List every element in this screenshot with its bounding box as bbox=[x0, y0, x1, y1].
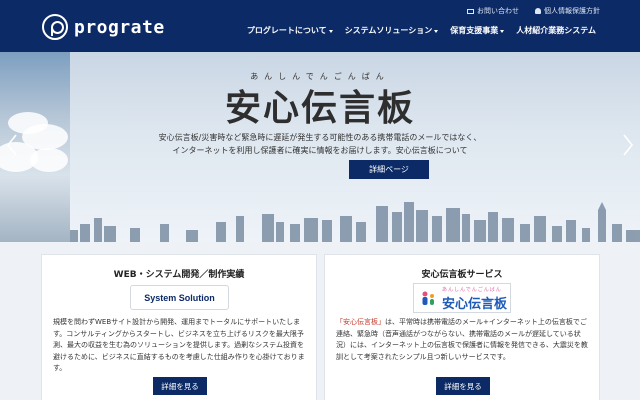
nav-item-childcare-support[interactable]: 保育支援事業 bbox=[450, 25, 505, 36]
slider-next-arrow-icon[interactable] bbox=[622, 134, 634, 156]
privacy-policy-label: 個人情報保護方針 bbox=[544, 7, 600, 15]
anshin-logo-ruby: あんしんでんごんばん bbox=[442, 287, 502, 293]
card-web-system: WEB・システム開発／制作実績 System Solution 規模を問わずWE… bbox=[41, 254, 317, 400]
family-figure-icon bbox=[422, 291, 434, 305]
hero-description-line: インターネットを利用し保護者に確実に情報をお届けします。安心伝言板について bbox=[172, 146, 468, 155]
card-title: WEB・システム開発／制作実績 bbox=[113, 270, 245, 280]
caret-down-icon bbox=[434, 29, 439, 33]
card-anshin-service: 安心伝言板サービス あんしんでんごんばん 安心伝言板 「安心伝言板」は、平常時は… bbox=[324, 254, 600, 400]
hero-title: 安心伝言板 bbox=[224, 87, 415, 129]
caret-down-icon bbox=[328, 29, 333, 33]
hero-detail-button[interactable]: 詳細ページ bbox=[349, 160, 429, 179]
service-name-highlight: 「安心伝言板」 bbox=[336, 318, 385, 326]
nav-item-recruitment-system[interactable]: 人材紹介業務システム bbox=[516, 25, 596, 36]
card-title: 安心伝言板サービス bbox=[421, 270, 503, 280]
nav-item-system-solution[interactable]: システムソリューション bbox=[345, 25, 439, 36]
logo-text: prograte bbox=[74, 16, 165, 38]
hero-description-line: 安心伝言板/災害時など緊急時に遅延が発生する可能性のある携帯電話のメールではなく… bbox=[158, 133, 482, 142]
contact-link[interactable]: お問い合わせ bbox=[467, 6, 519, 16]
prograte-logo-icon bbox=[42, 14, 68, 40]
city-skyline-image bbox=[70, 202, 640, 242]
nav-item-label: プログレートについて bbox=[246, 26, 327, 35]
nav-item-label: 保育支援事業 bbox=[450, 26, 499, 35]
nav-item-about[interactable]: プログレートについて bbox=[247, 25, 333, 36]
system-solution-logo-text: System Solution bbox=[144, 292, 215, 303]
site-header: prograte お問い合わせ 個人情報保護方針 プログレートについて システム… bbox=[0, 0, 640, 52]
card-detail-button[interactable]: 詳細を見る bbox=[153, 377, 207, 395]
mail-icon bbox=[467, 8, 474, 14]
card-body: 規模を問わずWEBサイト設計から開発、運用までトータルにサポートいたします。コン… bbox=[53, 318, 305, 372]
nav-item-label: 人材紹介業務システム bbox=[516, 26, 596, 35]
hero-slider: あんしんでんごんばん 安心伝言板 安心伝言板/災害時など緊急時に遅延が発生する可… bbox=[0, 52, 640, 242]
main-nav: プログレートについて システムソリューション 保育支援事業 人材紹介業務システム bbox=[247, 25, 596, 36]
card-body: 「安心伝言板」は、平常時は携帯電話のメール+インターネット上の伝言板でご連絡、緊… bbox=[336, 317, 590, 363]
person-icon bbox=[535, 8, 541, 14]
contact-link-label: お問い合わせ bbox=[477, 7, 519, 15]
anshin-dengonban-logo: あんしんでんごんばん 安心伝言板 bbox=[413, 283, 511, 313]
slider-prev-arrow-icon[interactable] bbox=[6, 134, 18, 156]
anshin-logo-text: 安心伝言板 bbox=[442, 297, 508, 312]
privacy-policy-link[interactable]: 個人情報保護方針 bbox=[535, 6, 600, 16]
site-logo[interactable]: prograte bbox=[42, 14, 165, 40]
card-detail-button[interactable]: 詳細を見る bbox=[436, 377, 490, 395]
utility-links: お問い合わせ 個人情報保護方針 bbox=[467, 6, 600, 16]
hero-description: 安心伝言板/災害時など緊急時に遅延が発生する可能性のある携帯電話のメールではなく… bbox=[0, 131, 640, 157]
caret-down-icon bbox=[500, 29, 505, 33]
nav-item-label: システムソリューション bbox=[344, 26, 433, 35]
system-solution-logo: System Solution bbox=[130, 285, 229, 310]
